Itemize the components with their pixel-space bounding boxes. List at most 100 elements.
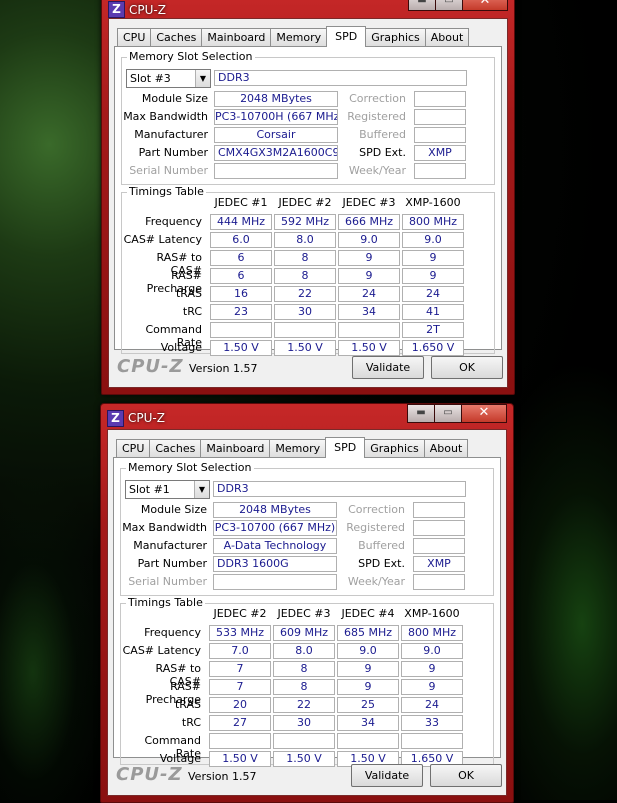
tab-cpu[interactable]: CPU (117, 28, 152, 46)
memory-type-field: DDR3 (214, 70, 467, 86)
module-size-label: Module Size (140, 503, 207, 516)
group-title: Memory Slot Selection (126, 461, 254, 474)
timings-table-group: Timings Table JEDEC #1 JEDEC #2 JEDEC #3 XM… (121, 185, 495, 356)
timings-column-header: JEDEC #2 (278, 196, 332, 209)
serial-number-value (213, 574, 337, 590)
tab-strip: CPU Caches Mainboard Memory SPD Graphics… (117, 26, 470, 47)
timings-cell: 9 (401, 679, 463, 695)
timings-cell (273, 733, 335, 749)
timings-cell: 33 (401, 715, 463, 731)
timings-cell: 25 (337, 697, 399, 713)
timings-column-header: XMP-1600 (404, 607, 460, 620)
timings-cell: 2T (402, 322, 464, 338)
ok-button[interactable]: OK (430, 764, 502, 787)
timings-cell: 30 (274, 304, 336, 320)
validate-button[interactable]: Validate (352, 356, 424, 379)
timings-cell: 9 (338, 268, 400, 284)
tab-about[interactable]: About (424, 28, 470, 46)
tab-graphics[interactable]: Graphics (365, 28, 426, 46)
validate-button[interactable]: Validate (351, 764, 423, 787)
timings-cell: 34 (338, 304, 400, 320)
tab-memory[interactable]: Memory (269, 439, 327, 457)
module-size-value: 2048 MBytes (213, 502, 337, 518)
timings-row-label: CAS# Latency (122, 644, 201, 657)
close-button[interactable]: ✕ (462, 0, 508, 11)
footer-bar: CPU-Z Version 1.57 Validate OK (109, 350, 507, 387)
chevron-down-icon[interactable]: ▼ (195, 70, 210, 87)
spd-ext-label: SPD Ext. (358, 557, 405, 570)
tab-cpu[interactable]: CPU (116, 439, 151, 457)
timings-cell: 22 (273, 697, 335, 713)
timings-cell: 609 MHz (273, 625, 335, 641)
timings-cell: 8 (273, 679, 335, 695)
maximize-button[interactable]: ▭ (434, 404, 462, 423)
window-controls: ▬ ▭ ✕ (407, 404, 507, 423)
title-bar[interactable]: Z CPU-Z ▬ ▭ ✕ (102, 0, 514, 18)
slot-select[interactable]: Slot #3 ▼ (126, 69, 211, 88)
max-bandwidth-value: PC3-10700H (667 MHz) (214, 109, 338, 125)
registered-label: Registered (346, 521, 405, 534)
serial-number-label: Serial Number (129, 164, 208, 177)
timings-cell (274, 322, 336, 338)
timings-row-label: tRAS (175, 287, 202, 300)
cpuz-window-bottom[interactable]: Z CPU-Z ▬ ▭ ✕ CPU Caches Mainboard Memor… (100, 403, 514, 803)
timings-row-label: Frequency (144, 626, 201, 639)
timings-column-header: JEDEC #3 (342, 196, 396, 209)
slot-select-value: Slot #1 (129, 483, 170, 496)
window-title: CPU-Z (129, 3, 166, 17)
timings-cell: 34 (337, 715, 399, 731)
part-number-label: Part Number (138, 146, 208, 159)
tab-mainboard[interactable]: Mainboard (201, 28, 272, 46)
title-bar[interactable]: Z CPU-Z ▬ ▭ ✕ (101, 404, 513, 430)
tab-caches[interactable]: Caches (150, 28, 203, 46)
tab-caches[interactable]: Caches (149, 439, 202, 457)
max-bandwidth-value: PC3-10700 (667 MHz) (213, 520, 337, 536)
version-label: Version 1.57 (188, 770, 257, 783)
tab-spd[interactable]: SPD (325, 437, 366, 458)
cpuz-logo: CPU-Z (117, 356, 184, 377)
correction-label: Correction (348, 503, 405, 516)
tab-spd[interactable]: SPD (326, 26, 367, 47)
cpuz-app-icon: Z (107, 410, 124, 427)
timings-cell: 7.0 (209, 643, 271, 659)
tab-memory[interactable]: Memory (270, 28, 328, 46)
timings-cell: 6 (210, 268, 272, 284)
week-year-label: Week/Year (347, 575, 405, 588)
timings-row-label: tRC (182, 305, 202, 318)
timings-cell: 8.0 (274, 232, 336, 248)
tab-about[interactable]: About (423, 439, 469, 457)
tab-graphics[interactable]: Graphics (364, 439, 425, 457)
window-client: CPU Caches Mainboard Memory SPD Graphics… (107, 429, 507, 796)
correction-label: Correction (349, 92, 406, 105)
timings-cell: 7 (209, 679, 271, 695)
cpuz-window-top[interactable]: Z CPU-Z ▬ ▭ ✕ CPU Caches Mainboard Memor… (101, 0, 515, 395)
minimize-button[interactable]: ▬ (408, 0, 436, 11)
timings-cell: 800 MHz (401, 625, 463, 641)
timings-cell: 16 (210, 286, 272, 302)
part-number-value: DDR3 1600G (213, 556, 337, 572)
slot-select-value: Slot #3 (130, 72, 171, 85)
max-bandwidth-label: Max Bandwidth (123, 110, 208, 123)
slot-select[interactable]: Slot #1 ▼ (125, 480, 210, 499)
timings-cell: 22 (274, 286, 336, 302)
timings-cell: 24 (401, 697, 463, 713)
cpuz-logo: CPU-Z (116, 764, 183, 785)
ok-button[interactable]: OK (431, 356, 503, 379)
timings-row-label: tRC (181, 716, 201, 729)
tab-strip: CPU Caches Mainboard Memory SPD Graphics… (116, 437, 469, 458)
timings-cell: 24 (402, 286, 464, 302)
chevron-down-icon[interactable]: ▼ (194, 481, 209, 498)
maximize-button[interactable]: ▭ (435, 0, 463, 11)
manufacturer-value: Corsair (214, 127, 338, 143)
timings-cell: 685 MHz (337, 625, 399, 641)
week-year-label: Week/Year (348, 164, 406, 177)
minimize-button[interactable]: ▬ (407, 404, 435, 423)
timings-cell: 9.0 (401, 643, 463, 659)
timings-cell: 9.0 (337, 643, 399, 659)
timings-cell: 9 (401, 661, 463, 677)
timings-cell: 6 (210, 250, 272, 266)
tab-mainboard[interactable]: Mainboard (200, 439, 271, 457)
timings-cell: 800 MHz (402, 214, 464, 230)
close-button[interactable]: ✕ (461, 404, 507, 423)
timings-column-header: JEDEC #1 (214, 196, 268, 209)
